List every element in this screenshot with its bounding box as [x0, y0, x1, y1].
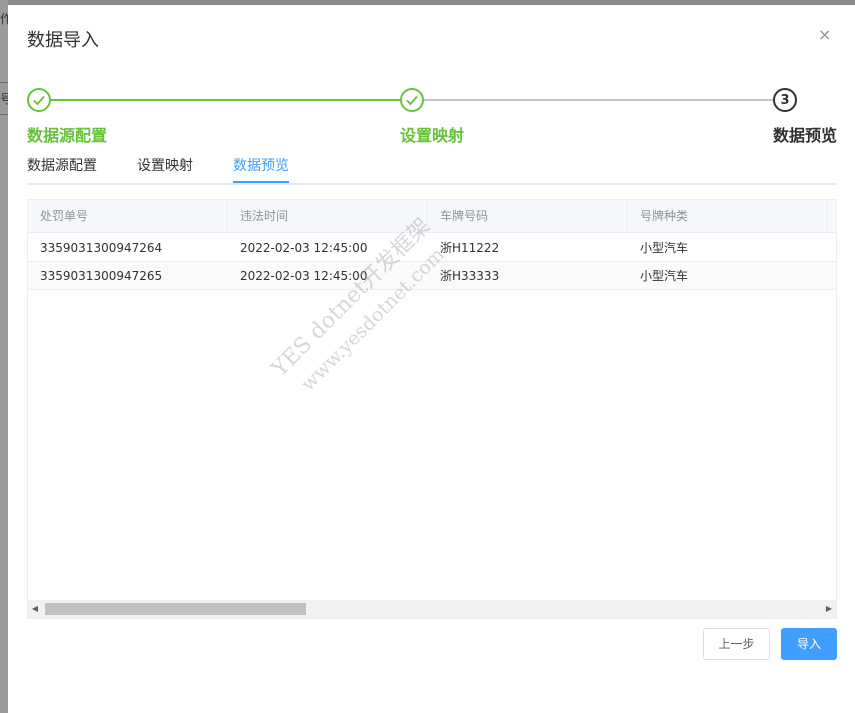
- column-header[interactable]: 违法时间: [228, 200, 428, 233]
- table-cell: 3359031300947264: [40, 241, 163, 255]
- step-line-1: [51, 99, 400, 101]
- table-cell: 小型汽车: [640, 269, 689, 283]
- table-cell: 2022-02-03 12:45:00: [240, 241, 368, 255]
- scrollbar-thumb[interactable]: [45, 603, 306, 615]
- column-header[interactable]: 车牌号码: [428, 200, 628, 233]
- table-cell: 3359031300947265: [40, 269, 163, 283]
- tabs: 数据源配置 设置映射 数据预览: [27, 155, 837, 185]
- table-cell: 2022-02-03 12:45:00: [240, 269, 368, 283]
- table-row[interactable]: 3359031300947264 2022-02-03 12:45:00 浙H1…: [28, 234, 836, 262]
- scroll-left-icon[interactable]: ◀: [28, 600, 42, 618]
- tab-data-source[interactable]: 数据源配置: [27, 155, 97, 175]
- step-1-title: 数据源配置: [27, 126, 108, 145]
- table-header: 处罚单号 违法时间 车牌号码 号牌种类: [28, 200, 836, 233]
- step-line-2: [424, 99, 773, 101]
- prev-step-button[interactable]: 上一步: [703, 628, 770, 660]
- table-cell: 浙H11222: [440, 241, 500, 255]
- table-cell: 小型汽车: [640, 241, 689, 255]
- table-cell: 浙H33333: [440, 269, 500, 283]
- close-icon[interactable]: ×: [818, 25, 831, 45]
- dialog-title: 数据导入: [27, 30, 99, 51]
- tab-mapping[interactable]: 设置映射: [137, 155, 193, 175]
- scroll-right-icon[interactable]: ▶: [822, 600, 836, 618]
- step-2-check-icon: [400, 88, 424, 112]
- column-header[interactable]: 号牌种类: [628, 200, 828, 233]
- preview-table: 处罚单号 违法时间 车牌号码 号牌种类 3359031300947264 202…: [27, 199, 837, 619]
- import-dialog: 数据导入 × 数据源配置 设置映射 3 数据预览 数据源配置 设置映射 数据预览…: [8, 5, 855, 713]
- backdrop-page: 作 号: [0, 0, 12, 713]
- step-3-title: 数据预览: [773, 126, 838, 145]
- backdrop-divider: [0, 82, 8, 83]
- tab-preview[interactable]: 数据预览: [233, 155, 289, 175]
- step-3-number: 3: [773, 88, 797, 112]
- column-header[interactable]: 处罚单号: [28, 200, 228, 233]
- backdrop-divider: [0, 114, 8, 115]
- import-button[interactable]: 导入: [781, 628, 837, 660]
- step-2-title: 设置映射: [400, 126, 465, 145]
- table-row[interactable]: 3359031300947265 2022-02-03 12:45:00 浙H3…: [28, 262, 836, 290]
- step-1-check-icon: [27, 88, 51, 112]
- horizontal-scrollbar[interactable]: ◀ ▶: [28, 600, 836, 618]
- tab-active-indicator: [233, 181, 289, 183]
